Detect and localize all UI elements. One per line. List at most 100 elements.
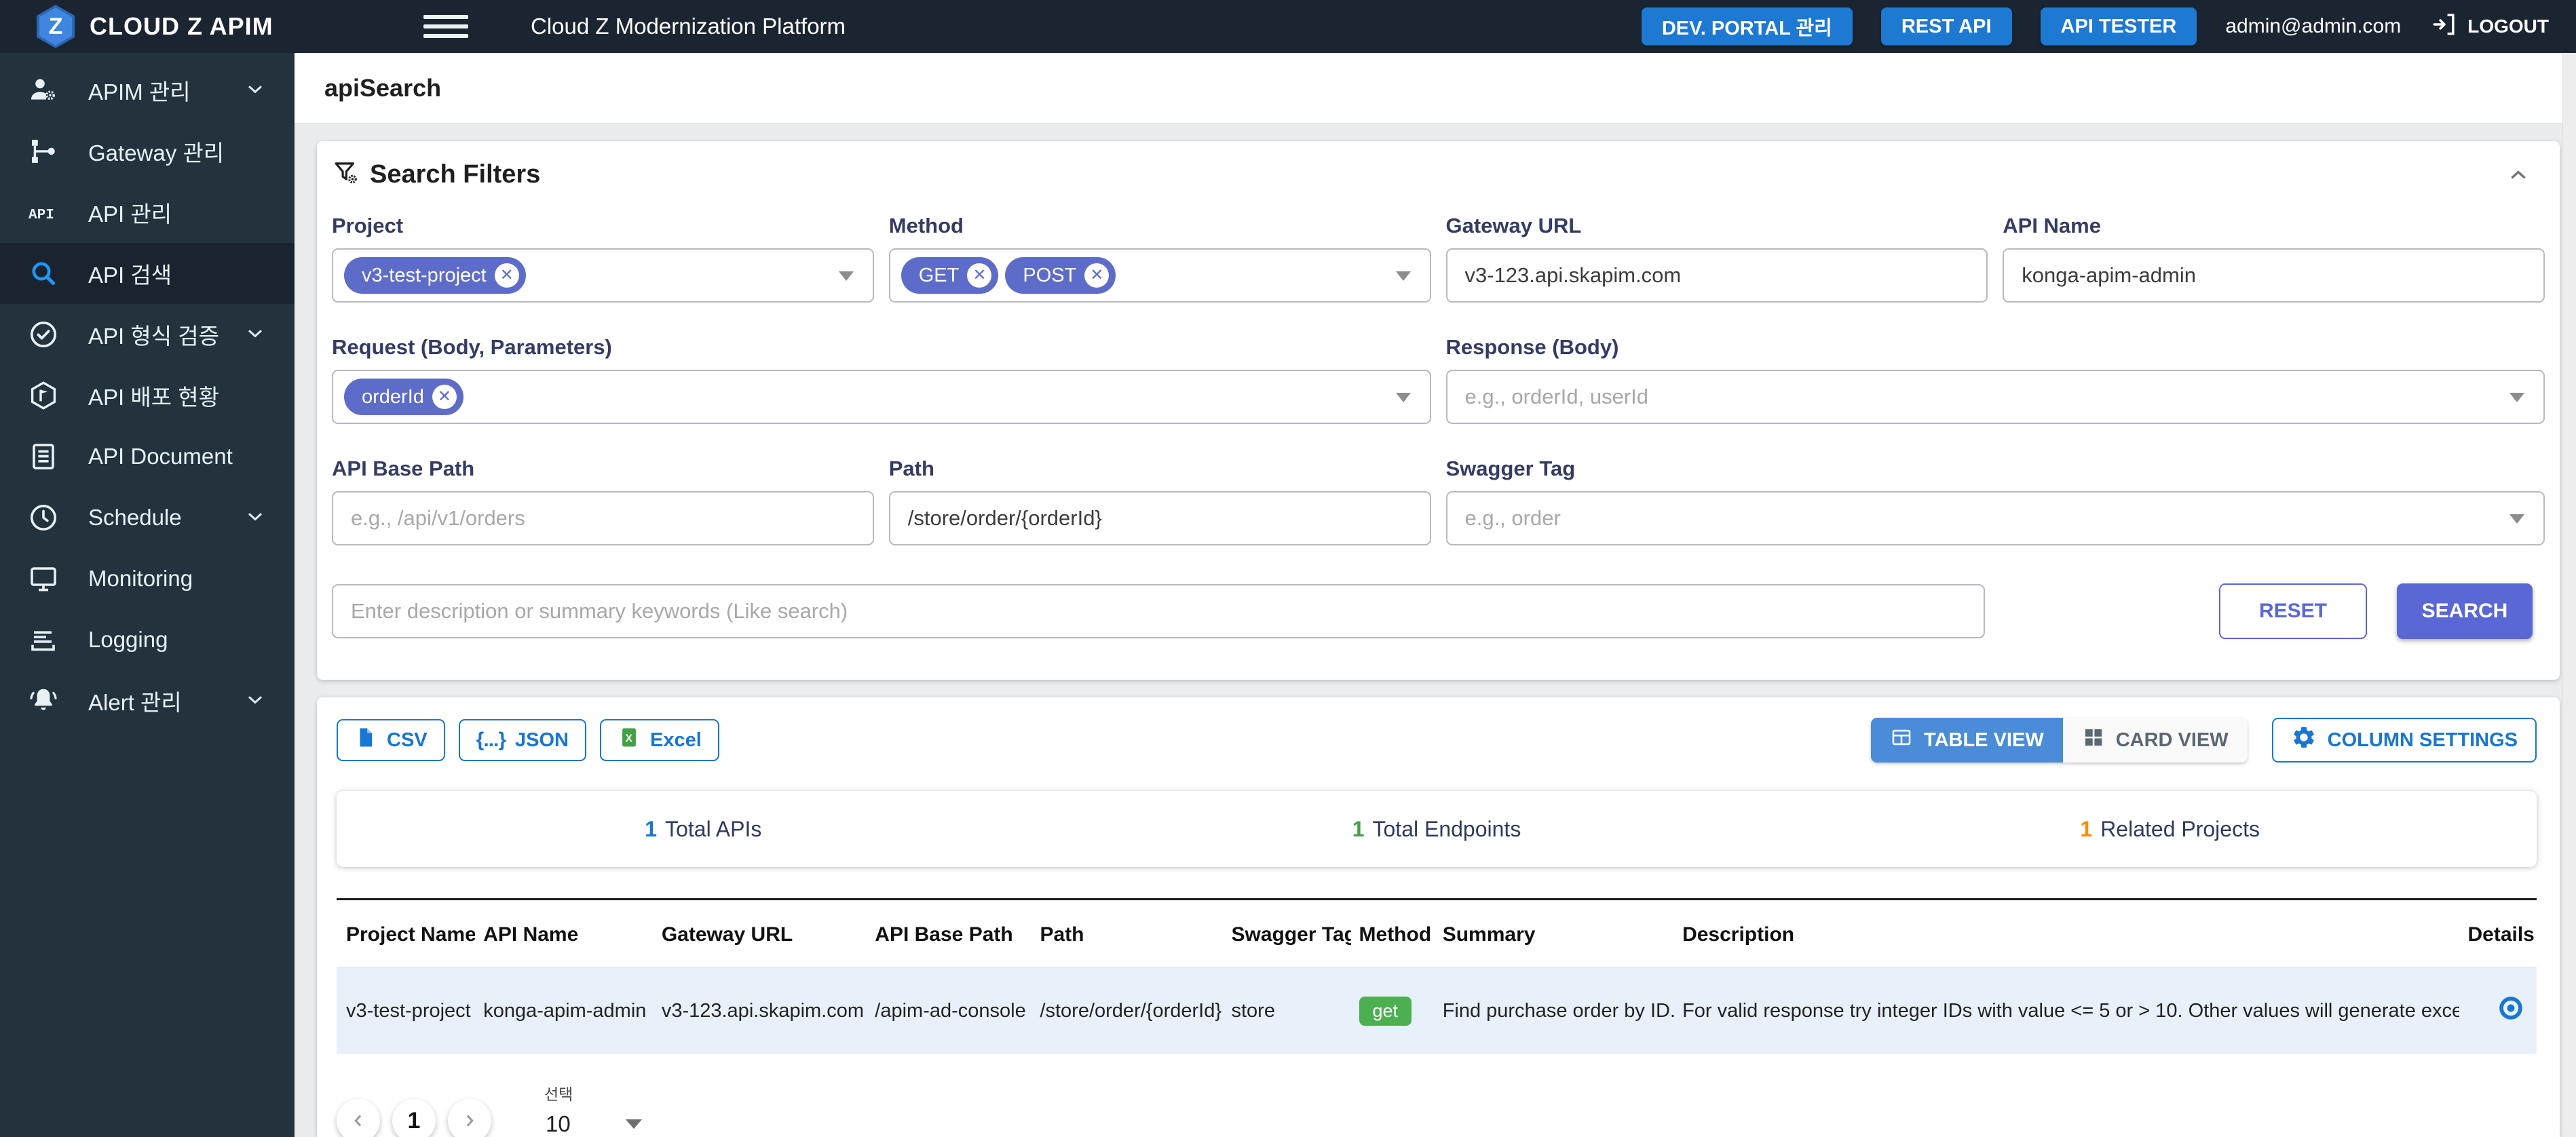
sidebar: APIM 관리 Gateway 관리 API API 관리	[0, 53, 295, 1137]
method-filter: Method GET ✕ POST ✕	[889, 214, 1431, 303]
gear-icon	[2291, 725, 2317, 756]
gateway-url-input[interactable]	[1446, 248, 1988, 303]
api-tester-button[interactable]: API TESTER	[2041, 7, 2197, 45]
sidebar-item-api-search[interactable]: API 검색	[0, 243, 295, 304]
pagination: 1 선택 10	[337, 1081, 2537, 1137]
swagger-tag-label: Swagger Tag	[1446, 457, 2545, 481]
page-number-button[interactable]: 1	[392, 1099, 436, 1137]
path-input[interactable]	[889, 491, 1431, 545]
col-api-base-path: API Base Path	[867, 900, 1031, 967]
sidebar-item-api-document[interactable]: API Document	[0, 426, 295, 487]
swagger-tag-select[interactable]: e.g., order	[1446, 491, 2545, 545]
method-select[interactable]: GET ✕ POST ✕	[889, 248, 1431, 303]
filter-gear-icon	[332, 159, 360, 191]
cell-api-base-path: /apim-ad-console	[867, 967, 1031, 1055]
excel-file-icon: X	[618, 726, 641, 754]
swagger-tag-filter: Swagger Tag e.g., order	[1446, 457, 2545, 545]
path-label: Path	[889, 457, 1431, 481]
response-label: Response (Body)	[1446, 335, 2545, 360]
page-title: apiSearch	[324, 74, 441, 102]
rest-api-button[interactable]: REST API	[1881, 7, 2012, 45]
logout-icon	[2429, 9, 2459, 44]
col-swagger-tag: Swagger Tag	[1223, 900, 1350, 967]
api-base-path-filter: API Base Path	[332, 457, 874, 545]
dev-portal-button[interactable]: DEV. PORTAL 관리	[1642, 7, 1853, 45]
csv-file-icon	[354, 726, 377, 754]
document-icon	[27, 440, 60, 473]
col-api-name: API Name	[475, 900, 654, 967]
request-filter: Request (Body, Parameters) orderId ✕	[332, 335, 1431, 424]
sidebar-item-schedule[interactable]: Schedule	[0, 487, 295, 548]
check-circle-icon	[27, 318, 60, 351]
api-base-path-label: API Base Path	[332, 457, 874, 481]
export-json-button[interactable]: {...} JSON	[459, 719, 586, 761]
request-chip-orderid: orderId ✕	[344, 379, 463, 415]
keyword-search-input[interactable]	[332, 584, 1985, 638]
scrollbar[interactable]	[2562, 53, 2576, 1137]
response-select[interactable]: e.g., orderId, userId	[1446, 370, 2545, 424]
method-get-badge: get	[1359, 997, 1412, 1026]
sidebar-item-api-management[interactable]: API API 관리	[0, 182, 295, 243]
chip-close-icon[interactable]: ✕	[1084, 263, 1109, 288]
topbar: Z CLOUD Z APIM Cloud Z Modernization Pla…	[0, 0, 2576, 53]
chevron-down-icon	[243, 321, 267, 349]
api-base-path-input[interactable]	[332, 491, 874, 545]
table-row: v3-test-project konga-apim-admin v3-123.…	[337, 967, 2537, 1055]
cell-details	[2459, 967, 2537, 1055]
project-filter: Project v3-test-project ✕	[332, 214, 874, 303]
cell-swagger-tag: store	[1223, 967, 1350, 1055]
path-filter: Path	[889, 457, 1431, 545]
details-eye-icon[interactable]	[2496, 993, 2526, 1023]
next-page-button[interactable]	[448, 1099, 491, 1137]
chevron-down-icon	[243, 77, 267, 104]
export-csv-button[interactable]: CSV	[337, 719, 445, 761]
table-icon	[1890, 726, 1913, 754]
cell-method: get	[1351, 967, 1435, 1055]
svg-text:X: X	[625, 733, 632, 744]
cell-summary: Find purchase order by ID.	[1435, 967, 1674, 1055]
clock-icon	[27, 501, 60, 534]
stat-total-apis: 1Total APIs	[337, 817, 1070, 842]
chip-close-icon[interactable]: ✕	[432, 385, 457, 409]
sidebar-item-gateway-management[interactable]: Gateway 관리	[0, 121, 295, 182]
search-button[interactable]: SEARCH	[2397, 583, 2533, 639]
method-label: Method	[889, 214, 1431, 238]
cell-project-name: v3-test-project	[337, 967, 475, 1055]
col-summary: Summary	[1435, 900, 1674, 967]
dropdown-arrow-icon	[1396, 393, 1411, 402]
collapse-chevron-up-icon[interactable]	[2504, 161, 2533, 189]
api-name-input[interactable]	[2003, 248, 2545, 303]
monitor-icon	[27, 562, 60, 595]
sidebar-item-apim-management[interactable]: APIM 관리	[0, 60, 295, 121]
dropdown-arrow-icon	[626, 1119, 642, 1129]
export-excel-button[interactable]: X Excel	[600, 719, 719, 761]
logout-button[interactable]: LOGOUT	[2429, 9, 2549, 44]
app-logo[interactable]: Z CLOUD Z APIM	[0, 5, 295, 48]
chip-close-icon[interactable]: ✕	[495, 263, 519, 288]
api-text-icon: API	[27, 196, 60, 229]
sidebar-item-api-deploy-status[interactable]: API 배포 현황	[0, 365, 295, 426]
chevron-down-icon	[243, 687, 267, 715]
menu-toggle-icon[interactable]	[423, 9, 468, 43]
logo-hexagon-icon: Z	[37, 5, 75, 48]
sidebar-item-logging[interactable]: Logging	[0, 609, 295, 670]
sidebar-item-monitoring[interactable]: Monitoring	[0, 548, 295, 609]
results-table: Project Name API Name Gateway URL API Ba…	[337, 898, 2537, 1054]
column-settings-button[interactable]: COLUMN SETTINGS	[2272, 718, 2537, 763]
table-view-button[interactable]: TABLE VIEW	[1871, 718, 2063, 763]
reset-button[interactable]: RESET	[2219, 583, 2367, 639]
sidebar-item-api-validation[interactable]: API 형식 검증	[0, 304, 295, 365]
hexagon-flag-icon	[27, 379, 60, 412]
page-size-select[interactable]: 10	[544, 1111, 646, 1137]
chip-close-icon[interactable]: ✕	[967, 263, 991, 288]
filters-title: Search Filters	[370, 160, 540, 189]
project-select[interactable]: v3-test-project ✕	[332, 248, 874, 303]
stats-bar: 1Total APIs 1Total Endpoints 1Related Pr…	[337, 791, 2537, 867]
sidebar-item-alert-management[interactable]: Alert 관리	[0, 670, 295, 731]
bell-icon	[27, 685, 60, 717]
request-select[interactable]: orderId ✕	[332, 370, 1431, 424]
json-braces-icon: {...}	[476, 729, 506, 752]
user-email: admin@admin.com	[2225, 15, 2401, 38]
prev-page-button[interactable]	[337, 1099, 380, 1137]
card-view-button[interactable]: CARD VIEW	[2063, 718, 2248, 763]
